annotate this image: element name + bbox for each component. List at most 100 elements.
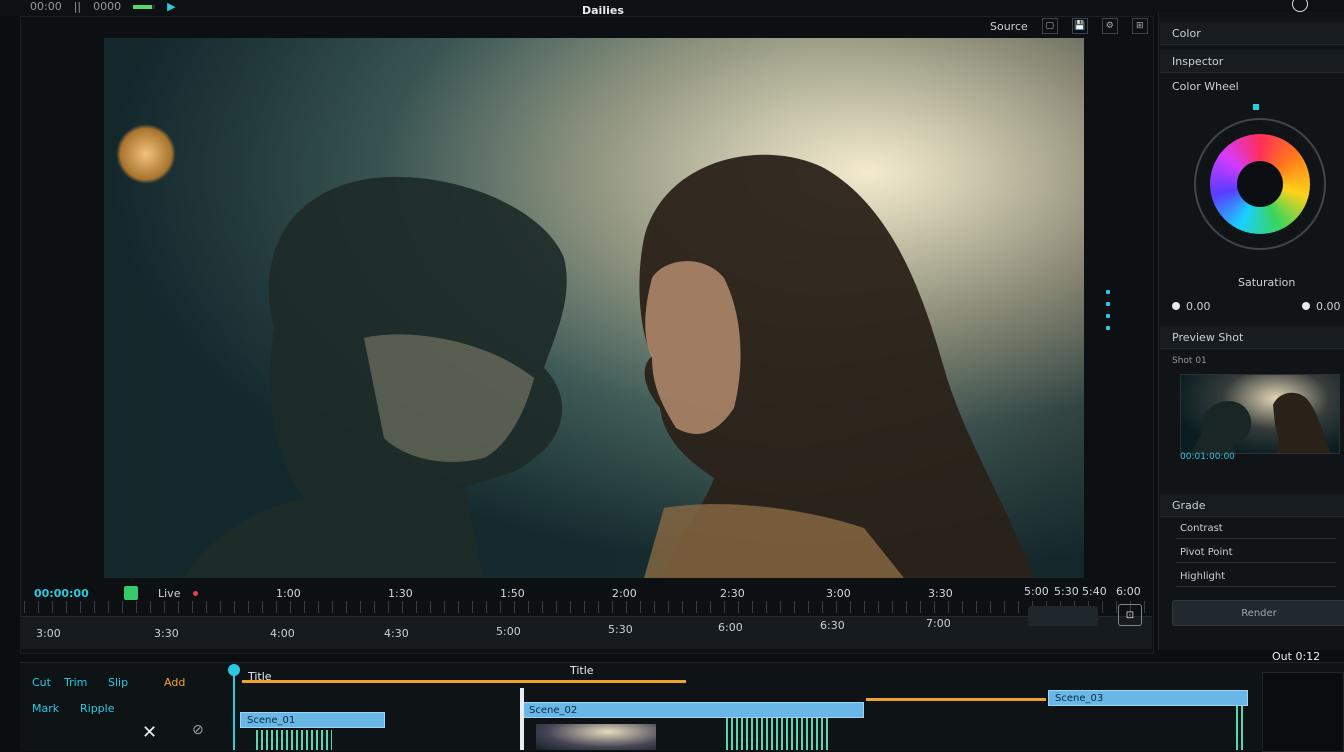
tool-ripple[interactable]: Ripple [80,702,115,715]
indicator-dot [1106,326,1110,330]
track-label: 7:00 [926,617,951,630]
timeline-tools: Cut Trim Slip Add Mark Ripple ✕ ⊘ [30,672,220,748]
audio-waveform [726,718,830,750]
wheel-tick-icon [1253,104,1259,110]
scene-silhouettes [184,154,1034,578]
wheel-control-value: 0.00 [1316,300,1341,313]
grade-row-label: Contrast [1180,523,1223,534]
ruler-label: 1:00 [276,587,301,600]
timeline-side-panel [1262,672,1344,752]
timeline-out-point: Out 0:12 [1272,650,1321,663]
indicator-dot [1106,314,1110,318]
track-label: 6:30 [820,619,845,632]
preview-header: Preview Shot [1160,326,1344,349]
clip-thumbnail[interactable] [536,724,656,750]
track-label: 3:00 [36,627,61,640]
timeline-playhead[interactable] [233,664,235,750]
grade-row-label: Pivot Point [1180,547,1233,558]
color-wheel-ring[interactable] [1210,134,1310,234]
grade-header: Grade [1160,494,1344,517]
track-end-button[interactable]: ⊡ [1118,604,1142,626]
audio-waveform [256,730,332,750]
gear-icon[interactable]: ⚙ [1101,18,1118,34]
video-preview[interactable] [104,38,1084,578]
indicator-dot [1106,290,1110,294]
track-label: 3:30 [154,627,179,640]
grade-header-label: Grade [1172,499,1206,512]
timeline-track-title: Title [570,664,594,677]
playhead-handle[interactable] [228,664,240,676]
ruler-label: 5:30 [1054,585,1079,598]
close-icon[interactable]: ✕ [142,722,157,743]
render-button[interactable]: Render [1172,600,1344,626]
track-end-field[interactable] [1028,606,1098,626]
wheel-adjust-icon[interactable] [1302,302,1310,310]
wheel-control-value: 0.00 [1186,300,1211,313]
tool-slip[interactable]: Slip [108,676,128,689]
link-icon[interactable]: ⊘ [192,722,204,738]
ruler-label: 5:40 [1082,585,1107,598]
track-label: 5:30 [608,623,633,636]
ruler-label: 3:30 [928,587,953,600]
panel-header-label: Color [1172,27,1201,40]
grade-row-label: Highlight [1180,571,1226,582]
panel-row-label: Inspector [1172,55,1224,68]
ruler-label: 6:00 [1116,585,1141,598]
top-status-item[interactable]: || [74,0,81,13]
top-progress-bar [133,4,156,9]
timeline-range-bar[interactable] [866,698,1046,701]
top-status: 00:00 || 0000 ▶ [30,0,176,13]
color-wheel-center[interactable] [1237,161,1283,207]
tool-cut[interactable]: Cut [32,676,51,689]
preview-sub-label: Shot 01 [1172,356,1207,366]
tool-mark[interactable]: Mark [32,702,59,715]
ruler-label: 2:00 [612,587,637,600]
timecode-display: 00:00:00 [34,587,89,600]
grade-row-pivot[interactable]: Pivot Point [1176,546,1336,563]
grade-row-contrast[interactable]: Contrast [1176,522,1336,539]
preview-timecode: 00:01:00:00 [1180,452,1235,462]
wheel-reset-icon[interactable] [1172,302,1180,310]
panel-row-inspector[interactable]: Inspector [1160,50,1344,73]
ruler-label: 1:30 [388,587,413,600]
track-label: 6:00 [718,621,743,634]
track-label: 4:30 [384,627,409,640]
thumbnail-silhouettes [1191,392,1331,453]
ruler-label: 3:00 [826,587,851,600]
color-wheel[interactable] [1194,118,1326,250]
tool-trim[interactable]: Trim [64,676,87,689]
top-progress-fill [133,4,152,9]
ruler-label: 2:30 [720,587,745,600]
tool-add[interactable]: Add [164,676,185,689]
viewer-frame-icon[interactable]: ▢ [1041,18,1058,34]
mode-label[interactable]: Live [158,587,180,600]
timeline-ruler[interactable] [24,601,1148,613]
grid-icon[interactable]: ⊞ [1131,18,1148,34]
grade-row-highlight[interactable]: Highlight [1176,570,1336,587]
viewer-header: Source ▢ 💾 ⚙ ⊞ [990,18,1148,34]
record-toggle-icon[interactable] [124,586,138,600]
viewer-source-label: Source [990,19,1028,33]
track-label: 5:00 [496,625,521,638]
live-indicator-icon [193,591,198,596]
play-icon[interactable]: ▶ [167,0,175,13]
indicator-dot [1106,302,1110,306]
timeline-clip[interactable]: Scene_02 [522,702,864,718]
top-bar [0,0,1344,16]
ruler-label: 1:50 [500,587,525,600]
wheel-caption: Saturation [1238,276,1296,289]
save-icon[interactable]: 💾 [1071,18,1088,34]
preview-thumbnail[interactable] [1180,374,1340,454]
panel-header: Color [1160,22,1344,45]
track-label: 4:00 [270,627,295,640]
track-row[interactable]: 3:00 3:30 4:00 4:30 5:00 5:30 6:00 6:30 … [20,616,1152,649]
timeline-marker[interactable] [520,688,524,750]
viewer-side-indicators [1106,290,1110,330]
preview-header-label: Preview Shot [1172,331,1244,344]
timeline-range-bar[interactable] [242,680,686,683]
audio-waveform [1236,706,1246,750]
top-status-item: 0000 [93,0,122,13]
timeline-clip[interactable]: Scene_01 [240,712,385,728]
timeline-clip[interactable]: Scene_03 [1048,690,1248,706]
panel-row-label: Color Wheel [1172,80,1239,93]
